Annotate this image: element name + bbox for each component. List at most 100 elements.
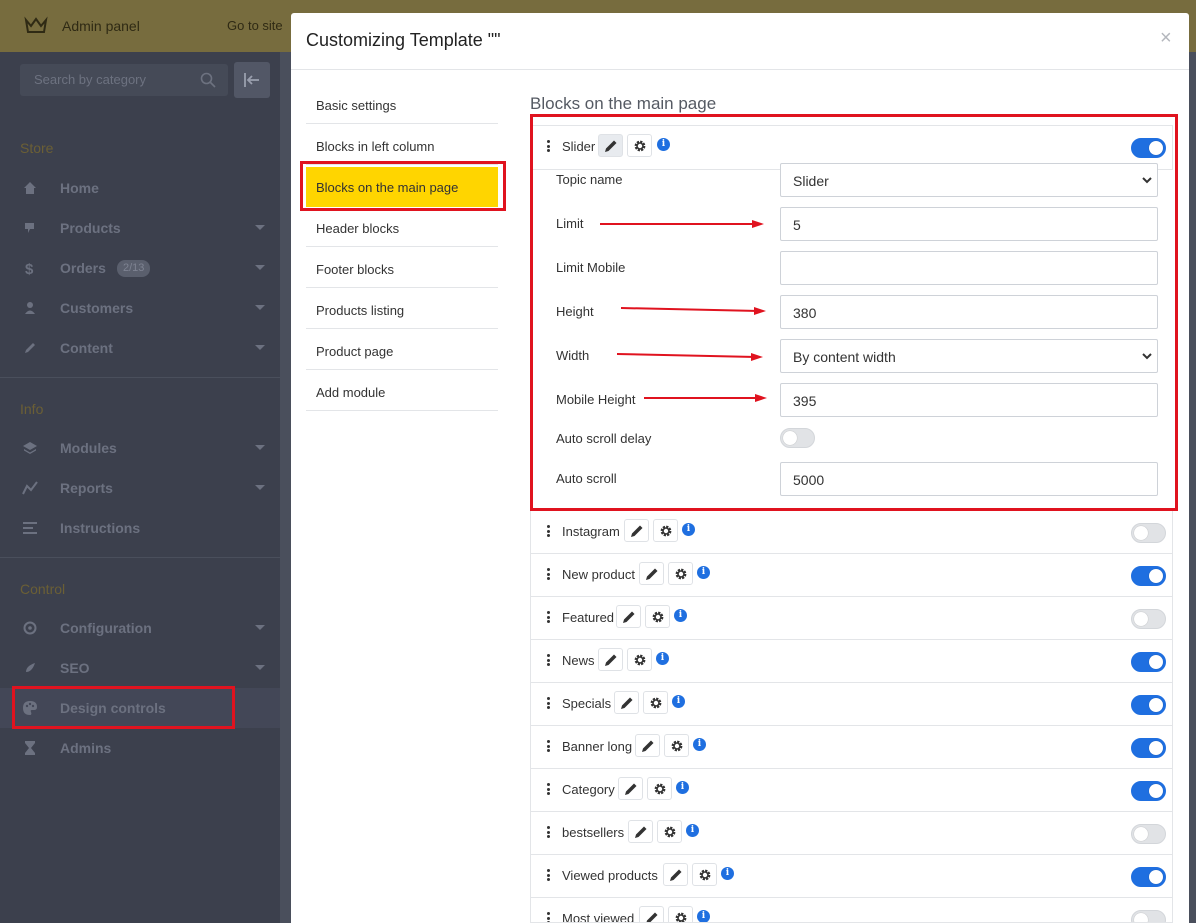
info-icon[interactable]: i — [674, 609, 687, 622]
sidebar-item-reports[interactable]: Reports — [0, 468, 280, 508]
edit-button[interactable] — [616, 605, 641, 628]
close-icon[interactable]: × — [1160, 27, 1172, 50]
settings-button[interactable] — [692, 863, 717, 886]
sidebar-item-instructions[interactable]: Instructions — [0, 508, 280, 548]
tab-product-page[interactable]: Product page — [306, 329, 498, 370]
sidebar-item-home[interactable]: Home — [0, 168, 280, 208]
sidebar-item-admins[interactable]: Admins — [0, 728, 280, 768]
drag-handle-icon[interactable] — [547, 740, 550, 752]
sidebar-item-products[interactable]: Products — [0, 208, 280, 248]
info-icon[interactable]: i — [721, 867, 734, 880]
settings-button[interactable] — [643, 691, 668, 714]
drag-handle-icon[interactable] — [547, 783, 550, 795]
tab-products-listing[interactable]: Products listing — [306, 288, 498, 329]
content-title: Blocks on the main page — [530, 94, 717, 113]
block-enabled-toggle[interactable] — [1131, 824, 1166, 844]
list-icon — [23, 522, 37, 534]
sidebar-item-seo[interactable]: SEO — [0, 648, 280, 688]
block-enabled-toggle[interactable] — [1131, 523, 1166, 543]
info-icon[interactable]: i — [656, 652, 669, 665]
go-to-site-link[interactable]: Go to site — [227, 18, 283, 33]
edit-button[interactable] — [639, 906, 664, 922]
info-icon[interactable]: i — [693, 738, 706, 751]
edit-button[interactable] — [628, 820, 653, 843]
pencil-icon — [621, 697, 633, 709]
tab-label: Footer blocks — [316, 262, 395, 277]
sidebar-item-customers[interactable]: Customers — [0, 288, 280, 328]
settings-button[interactable] — [647, 777, 672, 800]
section-title-control: Control — [20, 581, 66, 597]
sidebar: Search by category Store Home Products $… — [0, 52, 280, 923]
drag-handle-icon[interactable] — [547, 654, 550, 666]
sidebar-item-configuration[interactable]: Configuration — [0, 608, 280, 648]
sidebar-item-content[interactable]: Content — [0, 328, 280, 368]
drag-handle-icon[interactable] — [547, 525, 550, 537]
modal-title: Customizing Template "" — [306, 30, 501, 50]
info-icon[interactable]: i — [686, 824, 699, 837]
block-row-news: News i — [530, 640, 1173, 683]
block-enabled-toggle[interactable] — [1131, 609, 1166, 629]
tab-header-blocks[interactable]: Header blocks — [306, 206, 498, 247]
settings-button[interactable] — [627, 648, 652, 671]
info-icon[interactable]: i — [672, 695, 685, 708]
block-enabled-toggle[interactable] — [1131, 867, 1166, 887]
sidebar-item-label: Home — [60, 180, 99, 196]
info-icon[interactable]: i — [697, 566, 710, 579]
block-enabled-toggle[interactable] — [1131, 695, 1166, 715]
edit-button[interactable] — [635, 734, 660, 757]
edit-button[interactable] — [614, 691, 639, 714]
settings-button[interactable] — [657, 820, 682, 843]
block-row-category: Category i — [530, 769, 1173, 812]
tab-basic-settings[interactable]: Basic settings — [306, 83, 498, 124]
pencil-icon — [623, 611, 635, 623]
tab-footer-blocks[interactable]: Footer blocks — [306, 247, 498, 288]
home-icon — [24, 182, 36, 194]
sidebar-item-modules[interactable]: Modules — [0, 428, 280, 468]
edit-button[interactable] — [639, 562, 664, 585]
collapse-left-icon — [244, 73, 259, 87]
block-enabled-toggle[interactable] — [1131, 652, 1166, 672]
brand-title: Admin panel — [62, 18, 140, 34]
settings-button[interactable] — [653, 519, 678, 542]
drag-handle-icon[interactable] — [547, 869, 550, 881]
sidebar-divider — [0, 557, 280, 558]
edit-button[interactable] — [624, 519, 649, 542]
block-name: News — [562, 653, 595, 668]
info-icon[interactable]: i — [697, 910, 710, 922]
search-input[interactable]: Search by category — [20, 64, 228, 96]
block-enabled-toggle[interactable] — [1131, 738, 1166, 758]
edit-button[interactable] — [618, 777, 643, 800]
pencil-icon — [642, 740, 654, 752]
gear-icon — [634, 654, 646, 666]
block-enabled-toggle[interactable] — [1131, 781, 1166, 801]
block-row-instagram: Instagram i — [530, 511, 1173, 554]
settings-button[interactable] — [668, 906, 693, 922]
tab-blocks-left-column[interactable]: Blocks in left column — [306, 124, 498, 165]
chevron-down-icon — [255, 665, 265, 670]
svg-text:$: $ — [25, 261, 34, 276]
info-icon[interactable]: i — [676, 781, 689, 794]
edit-button[interactable] — [663, 863, 688, 886]
tab-add-module[interactable]: Add module — [306, 370, 498, 411]
crown-logo-icon — [24, 16, 48, 33]
cog-icon — [23, 621, 37, 635]
drag-handle-icon[interactable] — [547, 697, 550, 709]
drag-handle-icon[interactable] — [547, 912, 550, 922]
gear-icon — [654, 783, 666, 795]
gear-icon — [664, 826, 676, 838]
drag-handle-icon[interactable] — [547, 611, 550, 623]
settings-button[interactable] — [668, 562, 693, 585]
collapse-sidebar-button[interactable] — [234, 62, 270, 98]
block-enabled-toggle[interactable] — [1131, 566, 1166, 586]
info-icon[interactable]: i — [682, 523, 695, 536]
edit-button[interactable] — [598, 648, 623, 671]
sidebar-item-label: Orders — [60, 260, 106, 276]
drag-handle-icon[interactable] — [547, 568, 550, 580]
settings-button[interactable] — [664, 734, 689, 757]
block-name: Featured — [562, 610, 615, 625]
settings-button[interactable] — [645, 605, 670, 628]
gear-icon — [699, 869, 711, 881]
drag-handle-icon[interactable] — [547, 826, 550, 838]
block-enabled-toggle[interactable] — [1131, 910, 1166, 922]
sidebar-item-orders[interactable]: $ Orders 2/13 — [0, 248, 280, 288]
